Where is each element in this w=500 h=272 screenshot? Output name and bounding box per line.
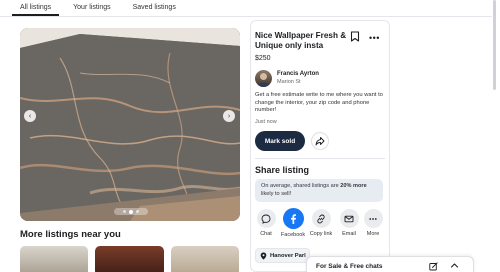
share-tip-prefix: On average, shared listings are [261,183,341,189]
share-tip-highlight: 20% more [340,183,367,189]
photo-next-button[interactable]: › [223,110,235,122]
listing-description: Get a free estimate write to me where yo… [255,92,383,114]
link-icon [311,209,331,228]
share-facebook-button[interactable]: Facebook [280,208,306,238]
share-email-button[interactable]: Email [336,209,362,237]
facebook-icon [282,208,304,229]
share-option-label: Copy link [309,231,333,237]
share-tip: On average, shared listings are 20% more… [255,179,383,202]
scrollbar[interactable] [493,0,496,90]
avatar[interactable] [255,70,272,87]
share-option-label: Facebook [280,232,306,238]
tab-all-listings[interactable]: All listings [11,0,60,16]
share-arrow-icon [315,137,325,146]
listing-thumbnail[interactable] [171,246,239,272]
share-more-button[interactable]: More [360,209,386,237]
photo-dot-active[interactable] [129,209,133,214]
share-listing-title: Share listing [255,165,310,175]
email-icon [339,209,359,228]
tabs-divider [0,16,492,17]
share-option-label: Email [342,231,356,237]
photo-prev-button[interactable]: ‹ [24,110,36,122]
seller-name[interactable]: Francis Ayrton [277,71,319,77]
chat-bar-title[interactable]: For Sale & Free chats [316,263,382,270]
photo-pagination [114,208,148,215]
share-button[interactable] [311,132,329,150]
more-listings-title: More listings near you [20,229,121,240]
photo-dot[interactable] [136,210,139,213]
compose-icon[interactable] [429,262,438,271]
listing-thumbnail[interactable] [20,246,88,272]
share-option-label: More [366,231,380,237]
bookmark-icon[interactable] [350,31,360,42]
share-option-label: Chat [260,231,272,237]
listing-photo[interactable] [20,28,240,221]
share-copy-link-button[interactable]: Copy link [308,209,334,237]
listing-title: Nice Wallpaper Fresh & Unique only insta [255,31,347,50]
posted-time: Just now [255,119,277,125]
more-options-icon[interactable]: ••• [369,33,380,43]
seller-location: Marion St [277,79,301,85]
location-chip[interactable]: Hanover Parl [255,248,310,263]
tab-your-listings[interactable]: Your listings [73,0,111,16]
panel-divider [255,158,385,159]
tab-saved-listings[interactable]: Saved listings [133,0,176,16]
chevron-left-icon: ‹ [28,112,32,120]
share-tip-suffix: likely to sell! [261,190,292,197]
photo-dot[interactable] [123,210,126,213]
listing-price: $250 [255,55,271,62]
chevron-right-icon: › [227,112,231,120]
location-pin-icon [260,252,267,260]
chat-icon [256,209,276,228]
chevron-up-icon[interactable] [450,261,459,270]
listing-thumbnail[interactable] [95,246,164,272]
more-icon [363,209,383,228]
mark-sold-button[interactable]: Mark sold [255,131,305,151]
wallpaper-photo [20,28,240,221]
location-chip-label: Hanover Parl [270,252,306,259]
listing-tabs: All listings Your listings Saved listing… [11,0,176,16]
share-chat-button[interactable]: Chat [253,209,279,237]
